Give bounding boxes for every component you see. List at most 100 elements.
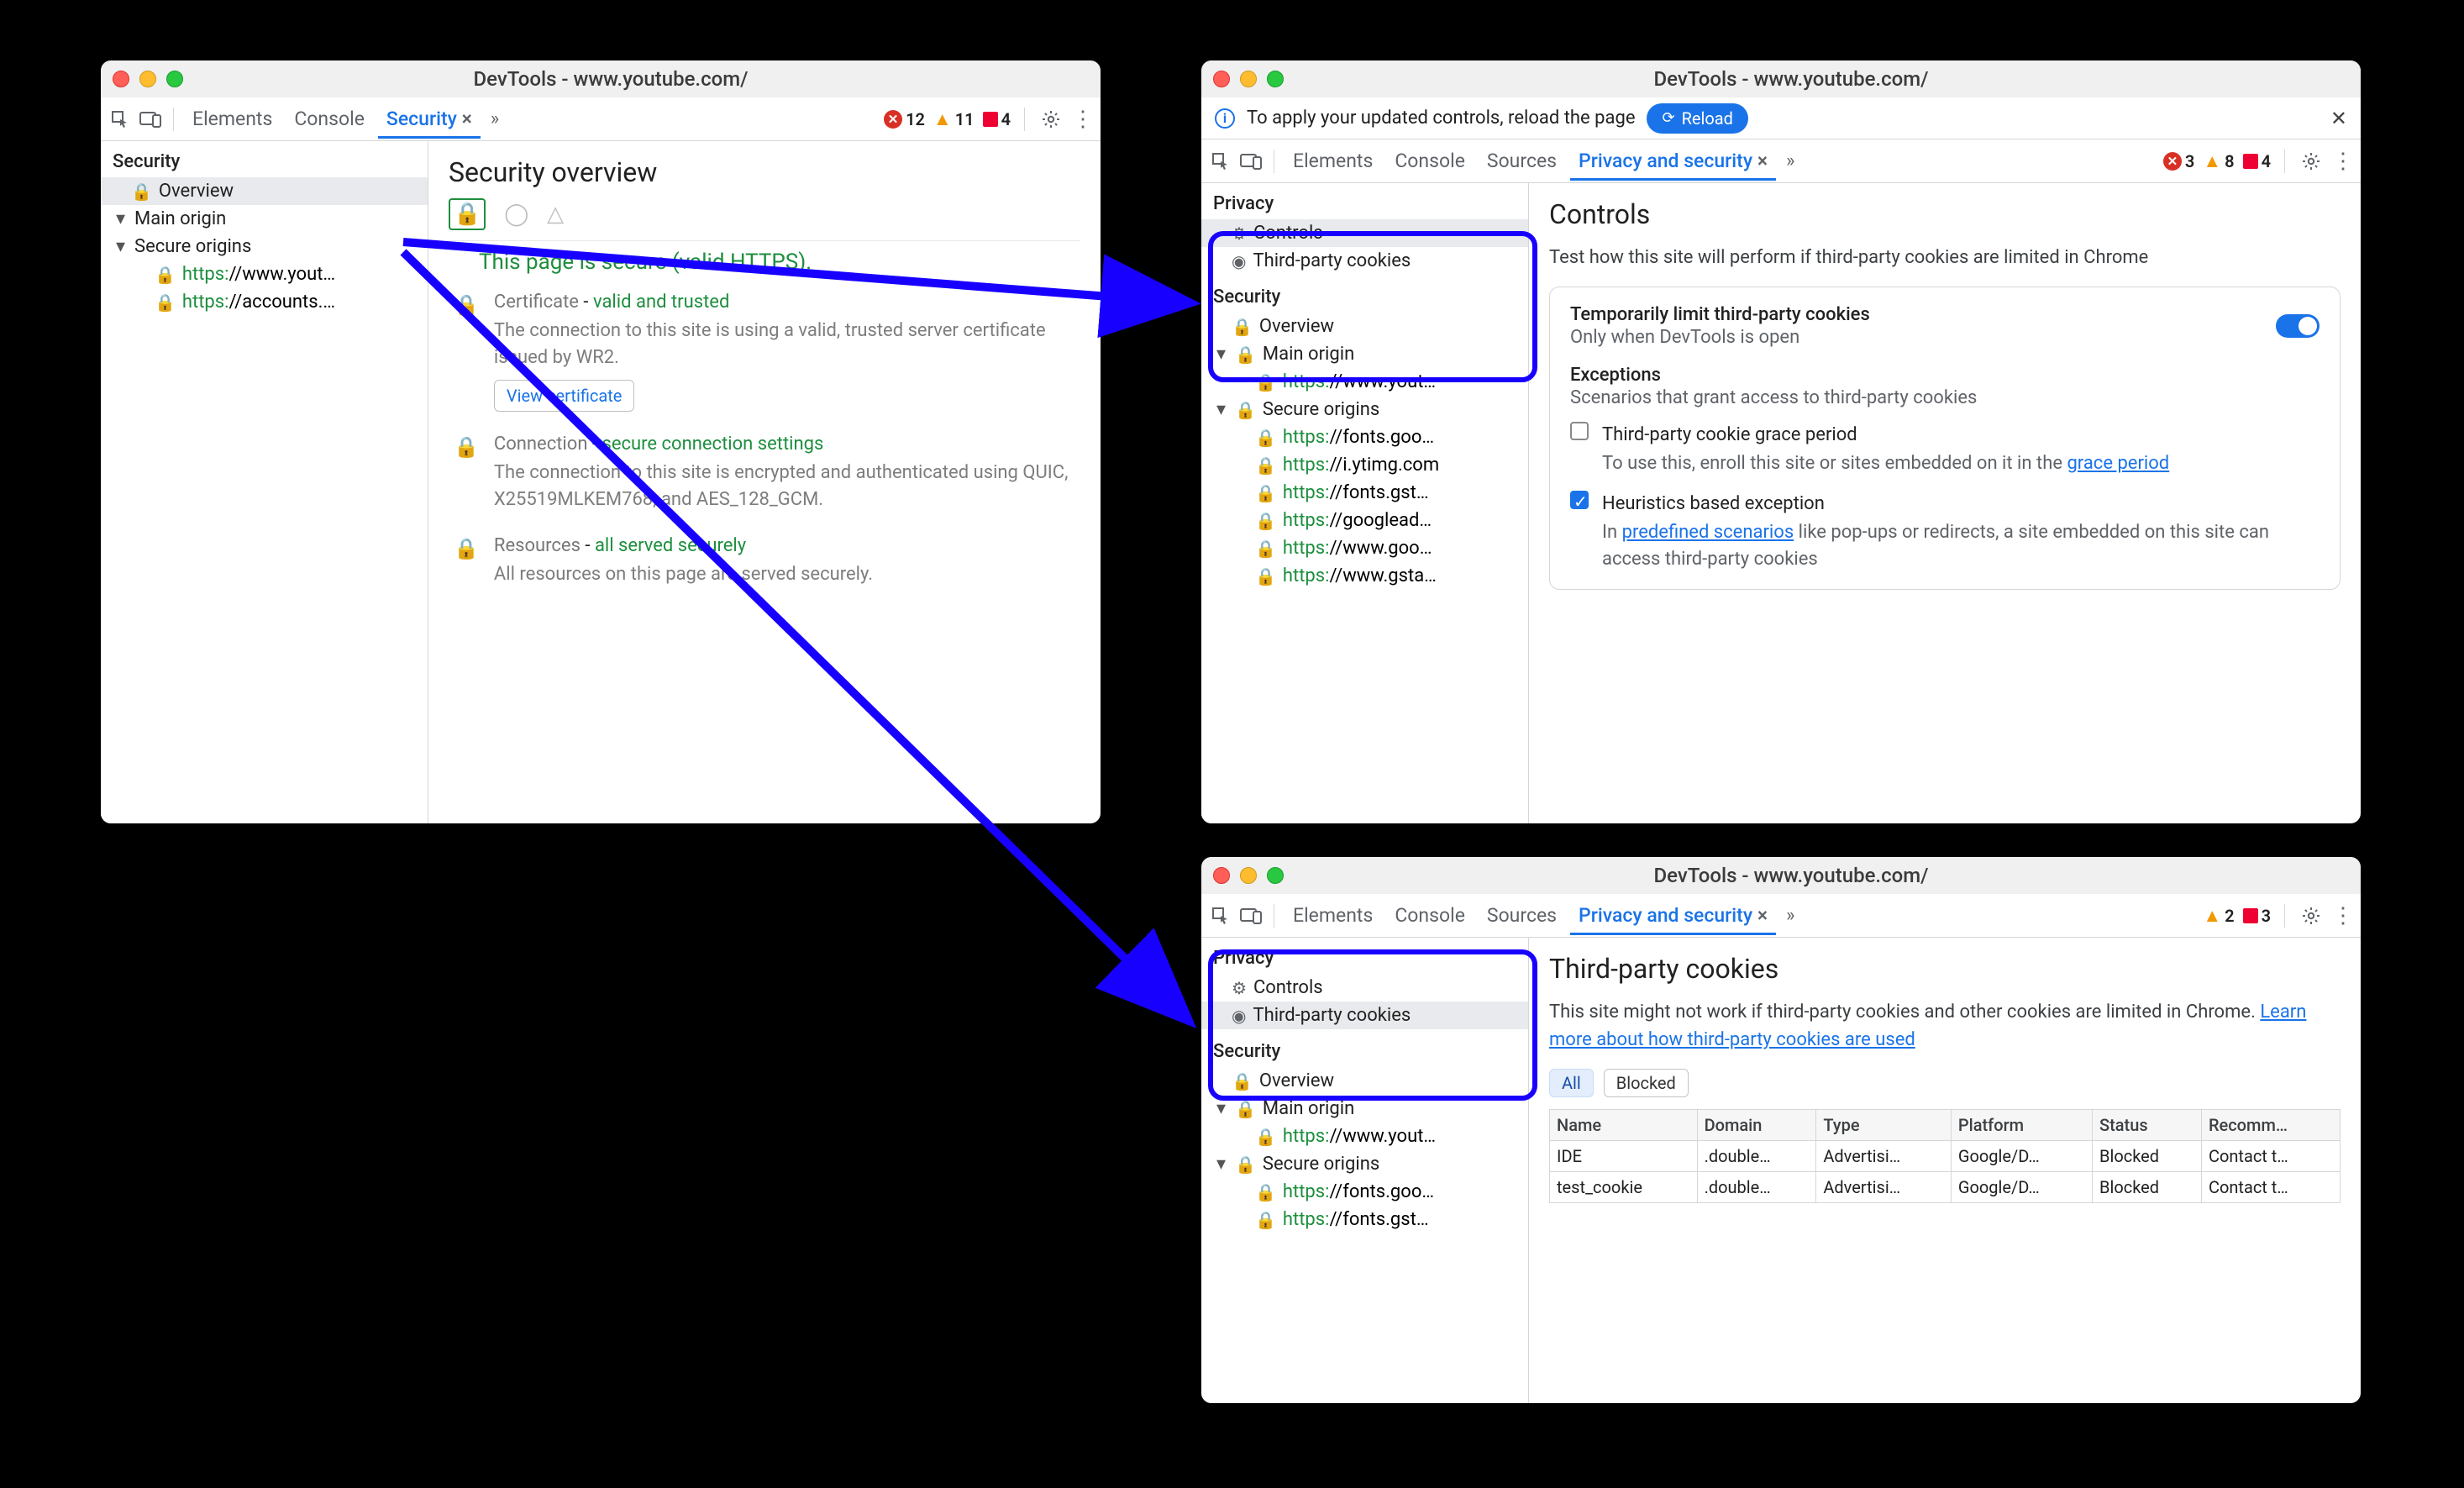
- tab-console[interactable]: Console: [1386, 896, 1474, 935]
- sidebar-origin[interactable]: 🔒https://fonts.goo…: [1201, 423, 1528, 451]
- maximize-window-icon[interactable]: [166, 71, 183, 87]
- warning-counter[interactable]: ▲11: [933, 108, 975, 130]
- tab-elements[interactable]: Elements: [184, 99, 281, 139]
- sidebar-item-overview[interactable]: 🔒 Overview: [101, 177, 428, 205]
- sidebar-item-controls[interactable]: ⚙ Controls: [1201, 219, 1528, 247]
- cell-domain: .double…: [1697, 1172, 1816, 1203]
- sidebar-origin[interactable]: 🔒https://fonts.gst…: [1201, 1206, 1528, 1233]
- close-tab-icon[interactable]: ×: [1757, 904, 1768, 927]
- tab-elements[interactable]: Elements: [1285, 896, 1381, 935]
- more-menu-icon[interactable]: ⋮: [2332, 912, 2354, 920]
- tree-toggle-icon[interactable]: ▾: [116, 236, 128, 257]
- more-menu-icon[interactable]: ⋮: [2332, 157, 2354, 166]
- sidebar-item-overview[interactable]: 🔒 Overview: [1201, 1067, 1528, 1095]
- certificate-label: Certificate: [494, 292, 579, 313]
- more-tabs-icon[interactable]: »: [1781, 150, 1799, 171]
- sidebar-item-overview[interactable]: 🔒 Overview: [1201, 313, 1528, 340]
- close-window-icon[interactable]: [1213, 71, 1230, 87]
- column-header[interactable]: Type: [1816, 1110, 1952, 1141]
- close-tab-icon[interactable]: ×: [1757, 150, 1768, 172]
- sidebar-origin[interactable]: 🔒https://www.goo…: [1201, 534, 1528, 562]
- predefined-scenarios-link[interactable]: predefined scenarios: [1622, 522, 1794, 543]
- sidebar-origin[interactable]: 🔒https://googlead…: [1201, 507, 1528, 534]
- error-counter[interactable]: ✕12: [884, 109, 925, 129]
- minimize-window-icon[interactable]: [139, 71, 156, 87]
- inspect-element-icon[interactable]: [108, 107, 133, 132]
- column-header[interactable]: Domain: [1697, 1110, 1816, 1141]
- more-tabs-icon[interactable]: »: [486, 108, 504, 129]
- close-banner-icon[interactable]: ✕: [2330, 107, 2347, 130]
- tab-sources[interactable]: Sources: [1479, 141, 1565, 181]
- tab-security[interactable]: Security ×: [378, 99, 481, 139]
- cookie-eye-icon: ◉: [1232, 1006, 1246, 1026]
- more-tabs-icon[interactable]: »: [1781, 905, 1799, 926]
- settings-icon[interactable]: [1038, 107, 1064, 132]
- lock-icon: 🔒: [155, 265, 176, 285]
- column-header[interactable]: Recomm…: [2201, 1110, 2340, 1141]
- sidebar-item-controls[interactable]: ⚙ Controls: [1201, 974, 1528, 1002]
- tab-privacy-security[interactable]: Privacy and security ×: [1570, 896, 1776, 935]
- sidebar-item-secure-origins[interactable]: ▾ 🔒 Secure origins: [1201, 396, 1528, 423]
- tab-console[interactable]: Console: [1386, 141, 1474, 181]
- tab-elements[interactable]: Elements: [1285, 141, 1381, 181]
- inspect-element-icon[interactable]: [1208, 903, 1233, 928]
- issues-counter[interactable]: 4: [983, 109, 1011, 129]
- tree-toggle-icon[interactable]: ▾: [1216, 1154, 1228, 1175]
- sidebar-item-main-origin[interactable]: ▾ 🔒 Main origin: [1201, 340, 1528, 368]
- device-toggle-icon[interactable]: [1238, 903, 1264, 928]
- sidebar-origin[interactable]: 🔒 https://accounts.…: [101, 288, 428, 316]
- device-toggle-icon[interactable]: [1238, 149, 1264, 174]
- tree-toggle-icon[interactable]: ▾: [1216, 399, 1228, 420]
- limit-cookies-toggle[interactable]: [2276, 314, 2320, 338]
- tab-console[interactable]: Console: [286, 99, 373, 139]
- warning-counter[interactable]: ▲2: [2203, 905, 2234, 927]
- more-menu-icon[interactable]: ⋮: [1072, 115, 1094, 124]
- filter-blocked[interactable]: Blocked: [1604, 1069, 1689, 1097]
- column-header[interactable]: Name: [1550, 1110, 1698, 1141]
- inspect-element-icon[interactable]: [1208, 149, 1233, 174]
- table-row[interactable]: test_cookie.double…Advertisi…Google/D…Bl…: [1550, 1172, 2341, 1203]
- warning-counter[interactable]: ▲8: [2203, 150, 2234, 172]
- sidebar-item-main-origin[interactable]: ▾ Main origin: [101, 205, 428, 233]
- reload-button[interactable]: ⟳ Reload: [1647, 103, 1747, 134]
- heuristics-exception-checkbox[interactable]: [1570, 491, 1589, 509]
- sidebar-origin[interactable]: 🔒https://i.ytimg.com: [1201, 451, 1528, 479]
- issues-counter[interactable]: 4: [2243, 151, 2271, 171]
- maximize-window-icon[interactable]: [1267, 71, 1284, 87]
- tab-sources[interactable]: Sources: [1479, 896, 1565, 935]
- sidebar-item-secure-origins[interactable]: ▾ 🔒 Secure origins: [1201, 1150, 1528, 1178]
- tree-toggle-icon[interactable]: ▾: [1216, 1098, 1228, 1119]
- grace-period-link[interactable]: grace period: [2067, 453, 2169, 474]
- maximize-window-icon[interactable]: [1267, 867, 1284, 884]
- sidebar-origin[interactable]: 🔒 https://www.yout…: [1201, 368, 1528, 396]
- close-tab-icon[interactable]: ×: [462, 108, 472, 130]
- tree-toggle-icon[interactable]: ▾: [1216, 344, 1228, 365]
- sidebar-origin[interactable]: 🔒 https://www.yout…: [101, 260, 428, 288]
- close-window-icon[interactable]: [1213, 867, 1230, 884]
- minimize-window-icon[interactable]: [1240, 867, 1257, 884]
- close-window-icon[interactable]: [113, 71, 129, 87]
- column-header[interactable]: Platform: [1951, 1110, 2092, 1141]
- cell-type: Advertisi…: [1816, 1172, 1952, 1203]
- sidebar-origin[interactable]: 🔒 https://www.yout…: [1201, 1123, 1528, 1150]
- grace-period-checkbox[interactable]: [1570, 422, 1589, 440]
- tree-toggle-icon[interactable]: ▾: [116, 208, 128, 229]
- settings-icon[interactable]: [2299, 149, 2324, 174]
- sidebar-origin[interactable]: 🔒https://fonts.goo…: [1201, 1178, 1528, 1206]
- sidebar-item-main-origin[interactable]: ▾ 🔒 Main origin: [1201, 1095, 1528, 1123]
- sidebar-item-secure-origins[interactable]: ▾ Secure origins: [101, 233, 428, 260]
- tab-privacy-security[interactable]: Privacy and security ×: [1570, 141, 1776, 181]
- error-counter[interactable]: ✕3: [2163, 151, 2194, 171]
- settings-icon[interactable]: [2299, 903, 2324, 928]
- issues-counter[interactable]: 3: [2243, 906, 2271, 926]
- sidebar-origin[interactable]: 🔒https://fonts.gst…: [1201, 479, 1528, 507]
- column-header[interactable]: Status: [2093, 1110, 2202, 1141]
- view-certificate-button[interactable]: View certificate: [494, 380, 635, 412]
- filter-all[interactable]: All: [1549, 1069, 1594, 1097]
- sidebar-item-third-party-cookies[interactable]: ◉ Third-party cookies: [1201, 1002, 1528, 1029]
- minimize-window-icon[interactable]: [1240, 71, 1257, 87]
- sidebar-origin[interactable]: 🔒https://www.gsta…: [1201, 562, 1528, 590]
- table-row[interactable]: IDE.double…Advertisi…Google/D…BlockedCon…: [1550, 1141, 2341, 1172]
- device-toggle-icon[interactable]: [138, 107, 163, 132]
- sidebar-item-third-party-cookies[interactable]: ◉ Third-party cookies: [1201, 247, 1528, 275]
